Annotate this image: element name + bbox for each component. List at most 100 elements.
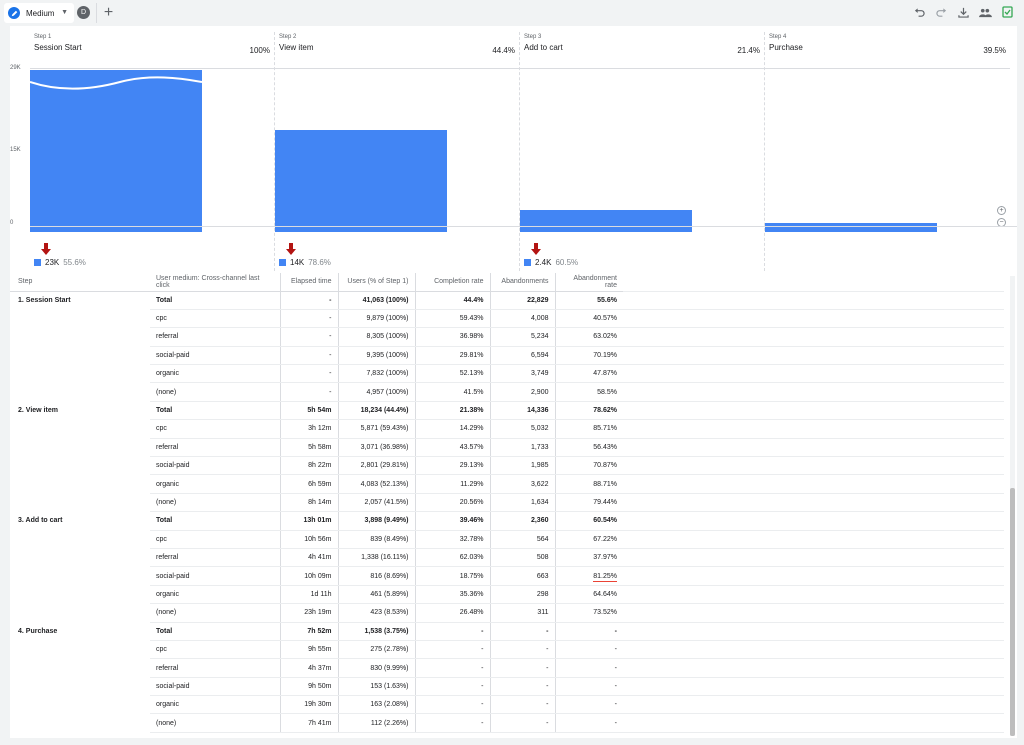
table-cell: 153 (1.63%) xyxy=(338,677,416,697)
table-row[interactable]: (none) 8h 14m 2,057 (41.5%) 20.56% 1,634 79.4… xyxy=(10,493,1004,513)
pencil-icon xyxy=(8,7,20,19)
table-row[interactable]: cpc 10h 56m 839 (8.49%) 32.78% 564 67.22% xyxy=(10,530,1004,549)
chevron-down-icon[interactable]: ▼ xyxy=(61,9,68,16)
funnel-step-2[interactable]: Step 2 View item 44.4% 14K 78.6% xyxy=(275,32,520,271)
table-row[interactable]: organic -7,832 (100%) 52.13% 3,749 47.87% xyxy=(10,364,1004,384)
tab-medium[interactable]: Medium ▼ xyxy=(4,3,74,23)
column-header[interactable]: Step xyxy=(10,273,150,292)
table-cell: - xyxy=(555,622,623,641)
funnel-step-4[interactable]: Step 4 Purchase 39.5% + − xyxy=(765,32,1010,271)
highlighted-value: 81.25% xyxy=(593,572,617,582)
table-cell: - xyxy=(490,622,556,641)
table-cell: 10h 56m xyxy=(280,530,339,549)
table-cell xyxy=(10,604,150,622)
table-cell: cpc xyxy=(150,530,281,549)
table-row[interactable]: 2. View item Total 5h 54m 18,234 (44.4%) 21.… xyxy=(10,401,1004,421)
scrollbar-thumb[interactable] xyxy=(1010,488,1015,736)
table-cell: 311 xyxy=(490,603,556,623)
table-cell: 26.48% xyxy=(415,603,491,623)
table-cell: 9h 50m xyxy=(280,677,339,697)
table-cell: - xyxy=(555,640,623,660)
funnel-step-1[interactable]: Step 1 Session Start 100% 23K 55.6% xyxy=(30,32,275,271)
table-cell: 10h 09m xyxy=(280,566,339,586)
table-cell: 9,395 (100%) xyxy=(338,346,416,366)
table-row[interactable]: social-paid 9h 50m 153 (1.63%) - - - xyxy=(10,677,1004,697)
table-cell: 20.56% xyxy=(415,493,491,513)
step-name: Purchase xyxy=(769,43,803,52)
funnel-chart: 29K 15K 0 Step 1 Session Start 100% 23K … xyxy=(10,26,1017,271)
table-cell: organic xyxy=(150,695,281,715)
column-header[interactable]: Elapsed time xyxy=(280,273,339,292)
table-row[interactable]: organic 6h 59m 4,083 (52.13%) 11.29% 3,622 88… xyxy=(10,474,1004,494)
table-row[interactable]: 4. Purchase Total 7h 52m 1,538 (3.75%) - - - xyxy=(10,622,1004,641)
table-cell: referral xyxy=(150,548,281,568)
table-row[interactable]: social-paid 8h 22m 2,801 (29.81%) 29.13% 1,9… xyxy=(10,456,1004,476)
table-cell: 70.19% xyxy=(555,346,623,366)
wave-overlay xyxy=(30,76,202,90)
table-row[interactable]: (none) 23h 19m 423 (8.53%) 26.48% 311 73.52% xyxy=(10,603,1004,623)
check-doc-icon[interactable] xyxy=(1000,5,1014,19)
table-row[interactable]: 1. Session Start Total -41,063 (100%) 44.4%… xyxy=(10,291,1004,310)
table-row[interactable]: (none) 7h 41m 112 (2.26%) - - - xyxy=(10,713,1004,733)
table-cell: 4,083 (52.13%) xyxy=(338,474,416,494)
table-cell: 816 (8.69%) xyxy=(338,566,416,586)
step-name: Add to cart xyxy=(524,43,563,52)
table-row[interactable]: social-paid -9,395 (100%) 29.81% 6,594 70.19… xyxy=(10,346,1004,366)
column-header[interactable]: Abandonments xyxy=(490,273,556,292)
table-cell: 2,801 (29.81%) xyxy=(338,456,416,476)
table-cell: 275 (2.78%) xyxy=(338,640,416,660)
funnel-step-3[interactable]: Step 3 Add to cart 21.4% 2.4K 60.5% xyxy=(520,32,765,271)
table-row[interactable]: organic 19h 30m 163 (2.08%) - - - xyxy=(10,695,1004,715)
table-row[interactable]: referral 5h 58m 3,071 (36.98%) 43.57% 1,733 5… xyxy=(10,438,1004,458)
column-header[interactable]: Abandonment rate xyxy=(555,273,623,292)
zoom-in-icon[interactable]: + xyxy=(997,206,1006,215)
table-cell: 1d 11h xyxy=(280,585,339,605)
table-cell: Total xyxy=(150,291,281,310)
column-header[interactable]: Users (% of Step 1) xyxy=(338,273,416,292)
table-cell: 5,032 xyxy=(490,419,556,439)
funnel-bar[interactable] xyxy=(520,210,692,232)
table-cell xyxy=(10,475,150,493)
table-row[interactable]: referral 4h 37m 830 (9.99%) - - - xyxy=(10,658,1004,678)
table-cell: - xyxy=(415,622,491,641)
table-cell: referral xyxy=(150,438,281,458)
y-tick-label: 15K xyxy=(10,147,21,153)
table-row[interactable]: referral 4h 41m 1,338 (16.11%) 62.03% 508 37.… xyxy=(10,548,1004,568)
table-cell: 52.13% xyxy=(415,364,491,384)
table-cell: 663 xyxy=(490,566,556,586)
table-cell: - xyxy=(415,677,491,697)
table-row[interactable]: (none) -4,957 (100%) 41.5% 2,900 58.5% xyxy=(10,382,1004,402)
add-tab-button[interactable]: + xyxy=(96,3,120,23)
funnel-bar[interactable] xyxy=(765,223,937,232)
table-cell: 21.38% xyxy=(415,401,491,421)
table-cell: - xyxy=(415,658,491,678)
funnel-bar[interactable] xyxy=(275,130,447,232)
table-cell: 4,008 xyxy=(490,309,556,329)
table-row[interactable]: cpc 9h 55m 275 (2.78%) - - - xyxy=(10,640,1004,660)
table-row[interactable]: 3. Add to cart Total 13h 01m 3,898 (9.49%) 3… xyxy=(10,511,1004,531)
table-cell: (none) xyxy=(150,603,281,623)
table-cell: Total xyxy=(150,511,281,531)
avatar[interactable]: D xyxy=(77,6,90,19)
table-cell xyxy=(10,493,150,511)
table-row[interactable]: cpc 3h 12m 5,871 (59.43%) 14.29% 5,032 85.71% xyxy=(10,419,1004,439)
table-row[interactable]: social-paid 10h 09m 816 (8.69%) 18.75% 663 81… xyxy=(10,566,1004,586)
funnel-table: Step User medium: Cross-channel last cli… xyxy=(10,273,1010,733)
table-row[interactable]: organic 1d 11h 461 (5.89%) 35.36% 298 64.64% xyxy=(10,585,1004,605)
redo-icon[interactable] xyxy=(934,5,948,19)
table-cell: 43.57% xyxy=(415,438,491,458)
table-cell: 1,338 (16.11%) xyxy=(338,548,416,568)
download-icon[interactable] xyxy=(956,5,970,19)
undo-icon[interactable] xyxy=(912,5,926,19)
funnel-bar[interactable] xyxy=(30,70,202,232)
table-cell: 70.87% xyxy=(555,456,623,476)
y-tick-label: 0 xyxy=(10,220,14,226)
table-cell: Total xyxy=(150,401,281,421)
table-cell xyxy=(10,659,150,677)
table-row[interactable]: cpc -9,879 (100%) 59.43% 4,008 40.57% xyxy=(10,309,1004,329)
column-header[interactable]: User medium: Cross-channel last click xyxy=(150,273,281,292)
table-row[interactable]: referral -8,305 (100%) 36.98% 5,234 63.02% xyxy=(10,327,1004,347)
table-cell: 2,900 xyxy=(490,382,556,402)
share-users-icon[interactable] xyxy=(978,5,992,19)
column-header[interactable]: Completion rate xyxy=(415,273,491,292)
